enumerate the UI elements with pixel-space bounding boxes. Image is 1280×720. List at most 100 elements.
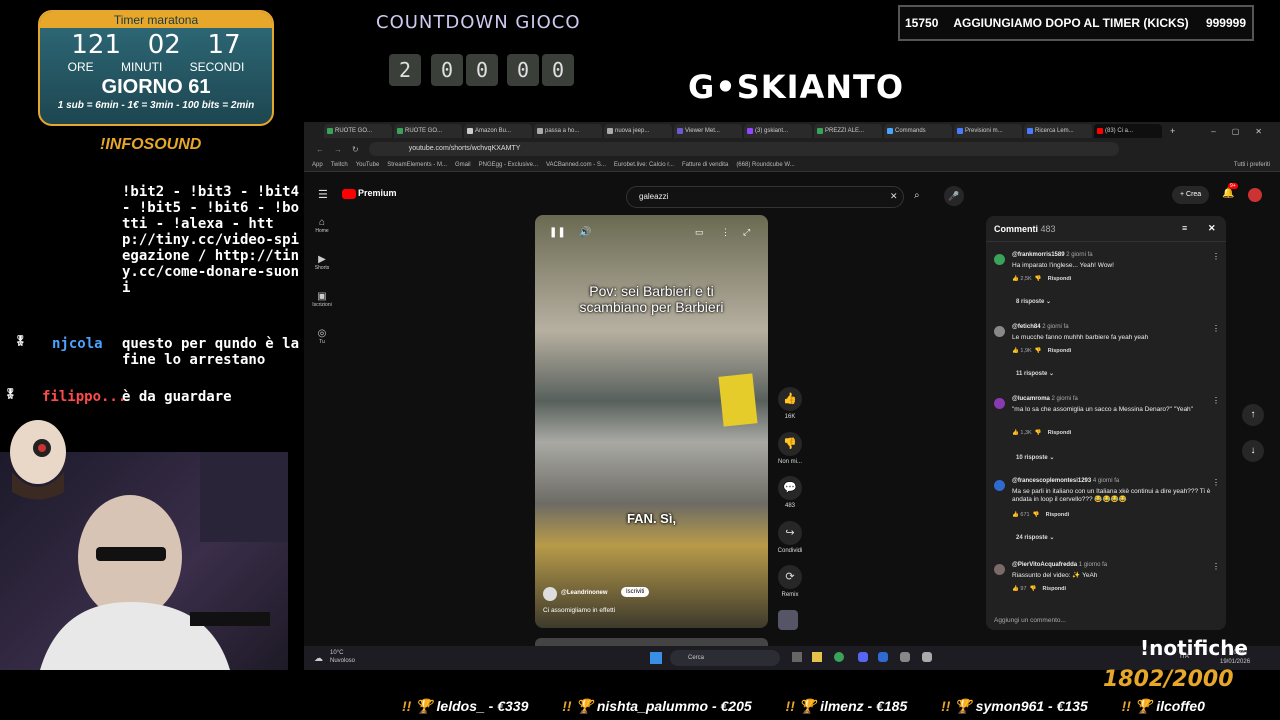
remix-button[interactable]: ⟳ Remix xyxy=(770,565,810,598)
audio-thumbnail[interactable] xyxy=(778,610,798,630)
comment-more-icon[interactable]: ⋮ xyxy=(1212,324,1220,333)
comment-likes[interactable]: 👍 97 👎 Rispondi xyxy=(1012,586,1066,592)
menu-icon[interactable]: ☰ xyxy=(318,188,328,201)
fullscreen-icon[interactable]: ⤢ xyxy=(743,227,750,238)
browser-tab[interactable]: Commands xyxy=(884,124,952,138)
browser-tab[interactable]: RUOTE GO... xyxy=(394,124,462,138)
channel-avatar[interactable] xyxy=(543,587,557,601)
bookmark[interactable]: Twitch xyxy=(331,162,348,168)
comment-avatar[interactable] xyxy=(994,254,1005,265)
share-button[interactable]: ↪ Condividi xyxy=(770,521,810,554)
minimize-icon[interactable]: – xyxy=(1211,127,1215,136)
maximize-icon[interactable]: ▢ xyxy=(1232,127,1240,136)
windows-start-icon[interactable] xyxy=(650,652,662,664)
comment-author[interactable]: @lucamroma 2 giorni fa xyxy=(1012,396,1078,402)
browser-tab[interactable]: Amazon Bu... xyxy=(464,124,532,138)
comment-more-icon[interactable]: ⋮ xyxy=(1212,252,1220,261)
create-button[interactable]: + Crea xyxy=(1172,186,1210,204)
youtube-logo-icon[interactable] xyxy=(342,189,356,199)
next-short-icon[interactable]: ↓ xyxy=(1242,440,1264,462)
short-video-player[interactable]: ❚❚ 🔊 ▭ ⋮ ⤢ Pov: sei Barbieri e ti scambi… xyxy=(535,215,768,628)
browser-tab[interactable]: passa a ho... xyxy=(534,124,602,138)
bookmark[interactable]: Fatture di vendita xyxy=(682,162,728,168)
sidebar-item-shorts[interactable]: ▶ Shorts xyxy=(310,254,334,271)
comment-avatar[interactable] xyxy=(994,326,1005,337)
sort-icon[interactable]: ≡ xyxy=(1182,223,1187,233)
new-tab-icon[interactable]: + xyxy=(1170,126,1175,136)
app-icon[interactable] xyxy=(900,652,910,662)
next-short-preview[interactable] xyxy=(535,638,768,646)
previous-short-icon[interactable]: ↑ xyxy=(1242,404,1264,426)
url-field[interactable]: youtube.com/shorts/wchvqKXAMTY xyxy=(368,142,1119,156)
dislike-button[interactable]: 👎 Non mi... xyxy=(770,432,810,465)
weather-temp[interactable]: 10°C xyxy=(330,650,343,656)
comment-author[interactable]: @francescoplemontesi1293 4 giorni fa xyxy=(1012,478,1119,484)
discord-icon[interactable] xyxy=(858,652,868,662)
bookmark[interactable]: App xyxy=(312,162,323,168)
comment-avatar[interactable] xyxy=(994,398,1005,409)
bell-icon[interactable]: 🔔 xyxy=(1222,188,1234,199)
back-icon[interactable]: ← xyxy=(316,145,324,154)
forward-icon[interactable]: → xyxy=(334,145,342,154)
subscribe-button[interactable]: Iscriviti xyxy=(621,587,650,597)
comment-more-icon[interactable]: ⋮ xyxy=(1212,478,1220,487)
comment-avatar[interactable] xyxy=(994,480,1005,491)
browser-tab[interactable]: PREZZI ALE... xyxy=(814,124,882,138)
bookmark[interactable]: Gmail xyxy=(455,162,471,168)
browser-tab[interactable]: (3) gskiant... xyxy=(744,124,812,138)
browser-tab[interactable]: Previsioni m... xyxy=(954,124,1022,138)
comment-likes[interactable]: 👍 1,9K 👎 Rispondi xyxy=(1012,348,1071,354)
comment-author[interactable]: @frankmorris1589 2 giorni fa xyxy=(1012,252,1093,258)
bookmark[interactable]: (668) Roundcube W... xyxy=(736,162,794,168)
bookmark[interactable]: VACBanned.com - S... xyxy=(546,162,606,168)
file-explorer-icon[interactable] xyxy=(812,652,822,662)
settings-icon[interactable] xyxy=(922,652,932,662)
comments-button[interactable]: 💬 483 xyxy=(770,476,810,509)
replies-toggle[interactable]: 8 risposte ⌄ xyxy=(1016,298,1051,305)
weather-text[interactable]: Nuvoloso xyxy=(330,658,355,664)
comment-avatar[interactable] xyxy=(994,564,1005,575)
taskbar-search[interactable]: Cerca xyxy=(670,650,780,666)
comment-likes[interactable]: 👍 1,3K 👎 Rispondi xyxy=(1012,430,1071,436)
browser-tab-active[interactable]: (83) Ci a... xyxy=(1094,124,1162,138)
app-icon[interactable] xyxy=(878,652,888,662)
more-icon[interactable]: ⋮ xyxy=(721,227,730,238)
comment-likes[interactable]: 👍 671 👎 Rispondi xyxy=(1012,512,1069,518)
task-view-icon[interactable] xyxy=(792,652,802,662)
browser-tab[interactable]: Ricerca Lem... xyxy=(1024,124,1092,138)
captions-icon[interactable]: ▭ xyxy=(695,227,704,238)
replies-toggle[interactable]: 10 risposte ⌄ xyxy=(1016,454,1054,461)
all-favorites[interactable]: Tutti i preferiti xyxy=(1234,162,1280,168)
bookmark[interactable]: Eurobet.live: Calcio r... xyxy=(614,162,674,168)
comment-more-icon[interactable]: ⋮ xyxy=(1212,396,1220,405)
browser-tab[interactable]: RUOTE GO... xyxy=(324,124,392,138)
search-input[interactable]: galeazzi xyxy=(626,186,904,208)
premium-label[interactable]: Premium xyxy=(358,188,397,198)
comment-likes[interactable]: 👍 2,5K 👎 Rispondi xyxy=(1012,276,1071,282)
volume-icon[interactable]: 🔊 xyxy=(579,227,591,238)
comment-more-icon[interactable]: ⋮ xyxy=(1212,562,1220,571)
sidebar-item-subscriptions[interactable]: ▣ Iscrizioni xyxy=(310,291,334,308)
like-button[interactable]: 👍 16K xyxy=(770,387,810,420)
pause-icon[interactable]: ❚❚ xyxy=(549,227,566,238)
sidebar-item-home[interactable]: ⌂ Home xyxy=(310,217,334,234)
close-window-icon[interactable]: ✕ xyxy=(1255,127,1262,136)
close-panel-icon[interactable]: ✕ xyxy=(1208,223,1216,234)
comment-author[interactable]: @fetich84 2 giorni fa xyxy=(1012,324,1069,330)
comment-author[interactable]: @PierVitoAcquafredda 1 giorno fa xyxy=(1012,562,1107,568)
clear-search-icon[interactable]: ✕ xyxy=(890,191,898,202)
browser-tab[interactable]: nuova jeep... xyxy=(604,124,672,138)
chrome-icon[interactable] xyxy=(834,652,844,662)
browser-tab[interactable]: Viewer Met... xyxy=(674,124,742,138)
replies-toggle[interactable]: 11 risposte ⌄ xyxy=(1016,370,1054,377)
account-avatar[interactable] xyxy=(1248,188,1262,202)
reload-icon[interactable]: ↻ xyxy=(352,145,359,154)
add-comment-input[interactable]: Aggiungi un commento... xyxy=(994,617,1066,624)
bookmark[interactable]: YouTube xyxy=(356,162,380,168)
sidebar-item-you[interactable]: ◎ Tu xyxy=(310,328,334,345)
search-icon[interactable]: ⌕ xyxy=(914,190,920,201)
bookmark[interactable]: StreamElements - M... xyxy=(387,162,447,168)
replies-toggle[interactable]: 24 risposte ⌄ xyxy=(1016,534,1054,541)
bookmark[interactable]: PNGEgg - Exclusive... xyxy=(479,162,538,168)
microphone-icon[interactable]: 🎤 xyxy=(944,186,964,206)
